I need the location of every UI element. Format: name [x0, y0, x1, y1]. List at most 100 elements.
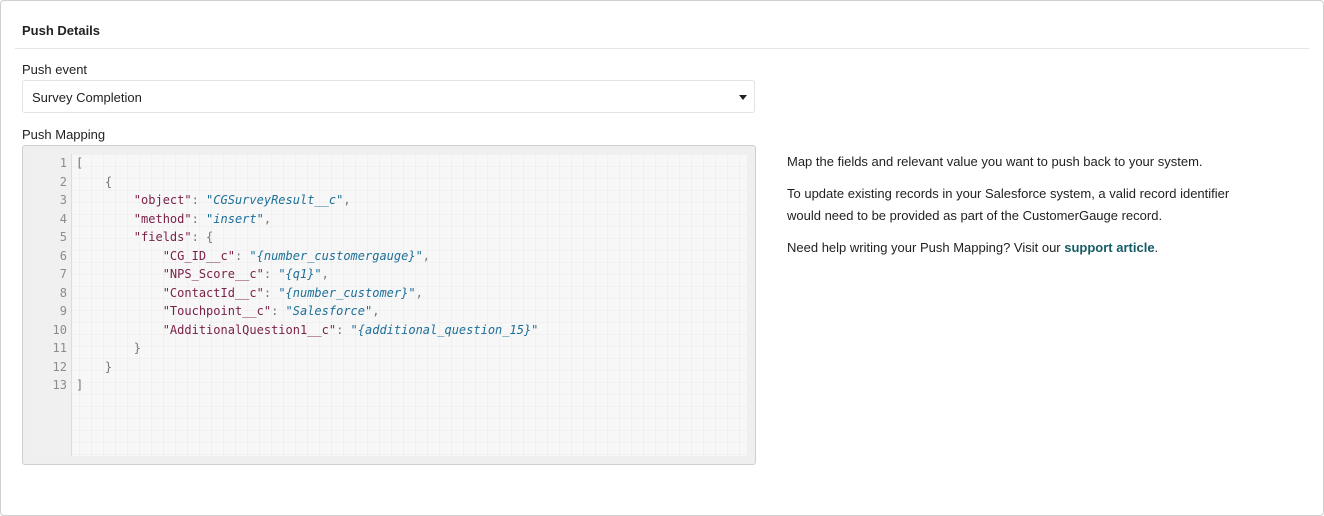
panel-title: Push Details	[22, 23, 101, 38]
line-number: 3	[59, 193, 67, 207]
code-line: 7 "NPS_Score__c": "{q1}",	[31, 265, 747, 283]
json-punctuation: {	[104, 174, 113, 189]
code-line: 8 "ContactId__c": "{number_customer}",	[31, 284, 747, 302]
line-number: 5	[59, 230, 67, 244]
json-punctuation: ]	[76, 378, 84, 392]
code-line: 2 {	[31, 173, 747, 191]
json-key: "CG_ID__c"	[162, 248, 235, 263]
push-event-selected-value: Survey Completion	[32, 90, 142, 105]
json-string: "CGSurveyResult__c"	[206, 193, 344, 207]
help-text-3: Need help writing your Push Mapping? Vis…	[787, 237, 1158, 259]
line-number: 9	[59, 304, 67, 318]
json-punctuation: [	[76, 156, 84, 170]
json-punctuation: ,	[415, 285, 423, 300]
help-text-2-line-1: To update existing records in your Sales…	[787, 186, 1230, 201]
help-text-3-suffix: .	[1154, 240, 1159, 255]
json-punctuation: :	[234, 248, 250, 263]
line-number: 7	[59, 267, 67, 281]
code-text: "Touchpoint__c": "Salesforce",	[76, 302, 380, 320]
json-string: "insert"	[206, 211, 264, 226]
push-event-select[interactable]: Survey Completion	[22, 80, 755, 113]
json-key: "AdditionalQuestion1__c"	[162, 322, 337, 337]
line-number: 10	[52, 322, 67, 337]
json-punctuation: :	[336, 322, 351, 337]
code-text: [	[76, 154, 83, 172]
help-text-1: Map the fields and relevant value you wa…	[787, 154, 1203, 169]
code-text: ]	[76, 376, 83, 394]
json-key: "fields"	[133, 230, 192, 244]
title-divider	[15, 48, 1309, 49]
code-text: "AdditionalQuestion1__c": "{additional_q…	[76, 321, 539, 339]
code-text: }	[76, 358, 112, 376]
code-text: "fields": {	[76, 228, 213, 246]
code-text: "ContactId__c": "{number_customer}",	[76, 284, 423, 302]
push-mapping-editor[interactable]: 1[2 {3 "object": "CGSurveyResult__c", 4 "…	[22, 145, 756, 465]
line-number: 13	[52, 378, 67, 392]
json-punctuation: ,	[321, 267, 329, 281]
code-line: 10 "AdditionalQuestion1__c": "{additiona…	[31, 321, 747, 339]
code-line: 4 "method": "insert",	[31, 210, 747, 228]
json-punctuation: :	[263, 285, 279, 300]
help-text-2-line-2: would need to be provided as part of the…	[787, 208, 1163, 223]
json-key: "NPS_Score__c"	[162, 267, 264, 281]
line-number: 12	[52, 359, 67, 374]
code-text: "NPS_Score__c": "{q1}",	[76, 265, 329, 283]
line-number: 8	[59, 285, 67, 300]
json-string: "{number_customergauge}"	[249, 248, 423, 263]
help-text-3-prefix: Need help writing your Push Mapping? Vis…	[787, 240, 1065, 255]
json-string: "{additional_question_15}"	[350, 322, 539, 337]
code-text: "object": "CGSurveyResult__c",	[76, 191, 351, 209]
code-line: 13]	[31, 376, 747, 394]
code-line: 9 "Touchpoint__c": "Salesforce",	[31, 302, 747, 320]
json-punctuation: ,	[343, 193, 351, 207]
json-punctuation: :	[263, 267, 279, 281]
push-details-panel: Push Details Push event Survey Completio…	[0, 0, 1324, 516]
json-punctuation: ,	[422, 248, 431, 263]
code-area[interactable]: 1[2 {3 "object": "CGSurveyResult__c", 4 "…	[31, 154, 747, 456]
code-line: 1[	[31, 154, 747, 172]
json-punctuation: :	[191, 193, 207, 207]
json-punctuation: }	[133, 341, 142, 355]
line-number: 2	[59, 174, 67, 189]
json-key: "ContactId__c"	[162, 285, 264, 300]
code-line: 6 "CG_ID__c": "{number_customergauge}",	[31, 247, 747, 265]
code-text: "method": "insert",	[76, 210, 271, 228]
json-key: "Touchpoint__c"	[162, 304, 272, 318]
line-number: 4	[59, 211, 67, 226]
line-number: 6	[59, 248, 67, 263]
push-mapping-label: Push Mapping	[22, 127, 106, 142]
support-article-link[interactable]: support article	[1064, 240, 1154, 255]
line-number: 1	[59, 156, 67, 170]
json-string: "{q1}"	[278, 267, 322, 281]
json-punctuation: : {	[191, 230, 214, 244]
json-key: "object"	[133, 193, 192, 207]
code-text: {	[76, 173, 112, 191]
caret-down-icon	[739, 95, 747, 100]
line-number: 11	[52, 341, 67, 355]
json-key: "method"	[133, 211, 192, 226]
json-punctuation: }	[104, 359, 113, 374]
push-event-label: Push event	[22, 62, 88, 77]
code-line: 3 "object": "CGSurveyResult__c",	[31, 191, 747, 209]
json-string: "{number_customer}"	[278, 285, 416, 300]
json-punctuation: ,	[263, 211, 272, 226]
code-text: }	[76, 339, 141, 357]
json-punctuation: ,	[372, 304, 380, 318]
json-string: "Salesforce"	[285, 304, 373, 318]
code-text: "CG_ID__c": "{number_customergauge}",	[76, 247, 430, 265]
code-line: 5 "fields": {	[31, 228, 747, 246]
json-punctuation: :	[271, 304, 286, 318]
code-line: 11 }	[31, 339, 747, 357]
code-line: 12 }	[31, 358, 747, 376]
